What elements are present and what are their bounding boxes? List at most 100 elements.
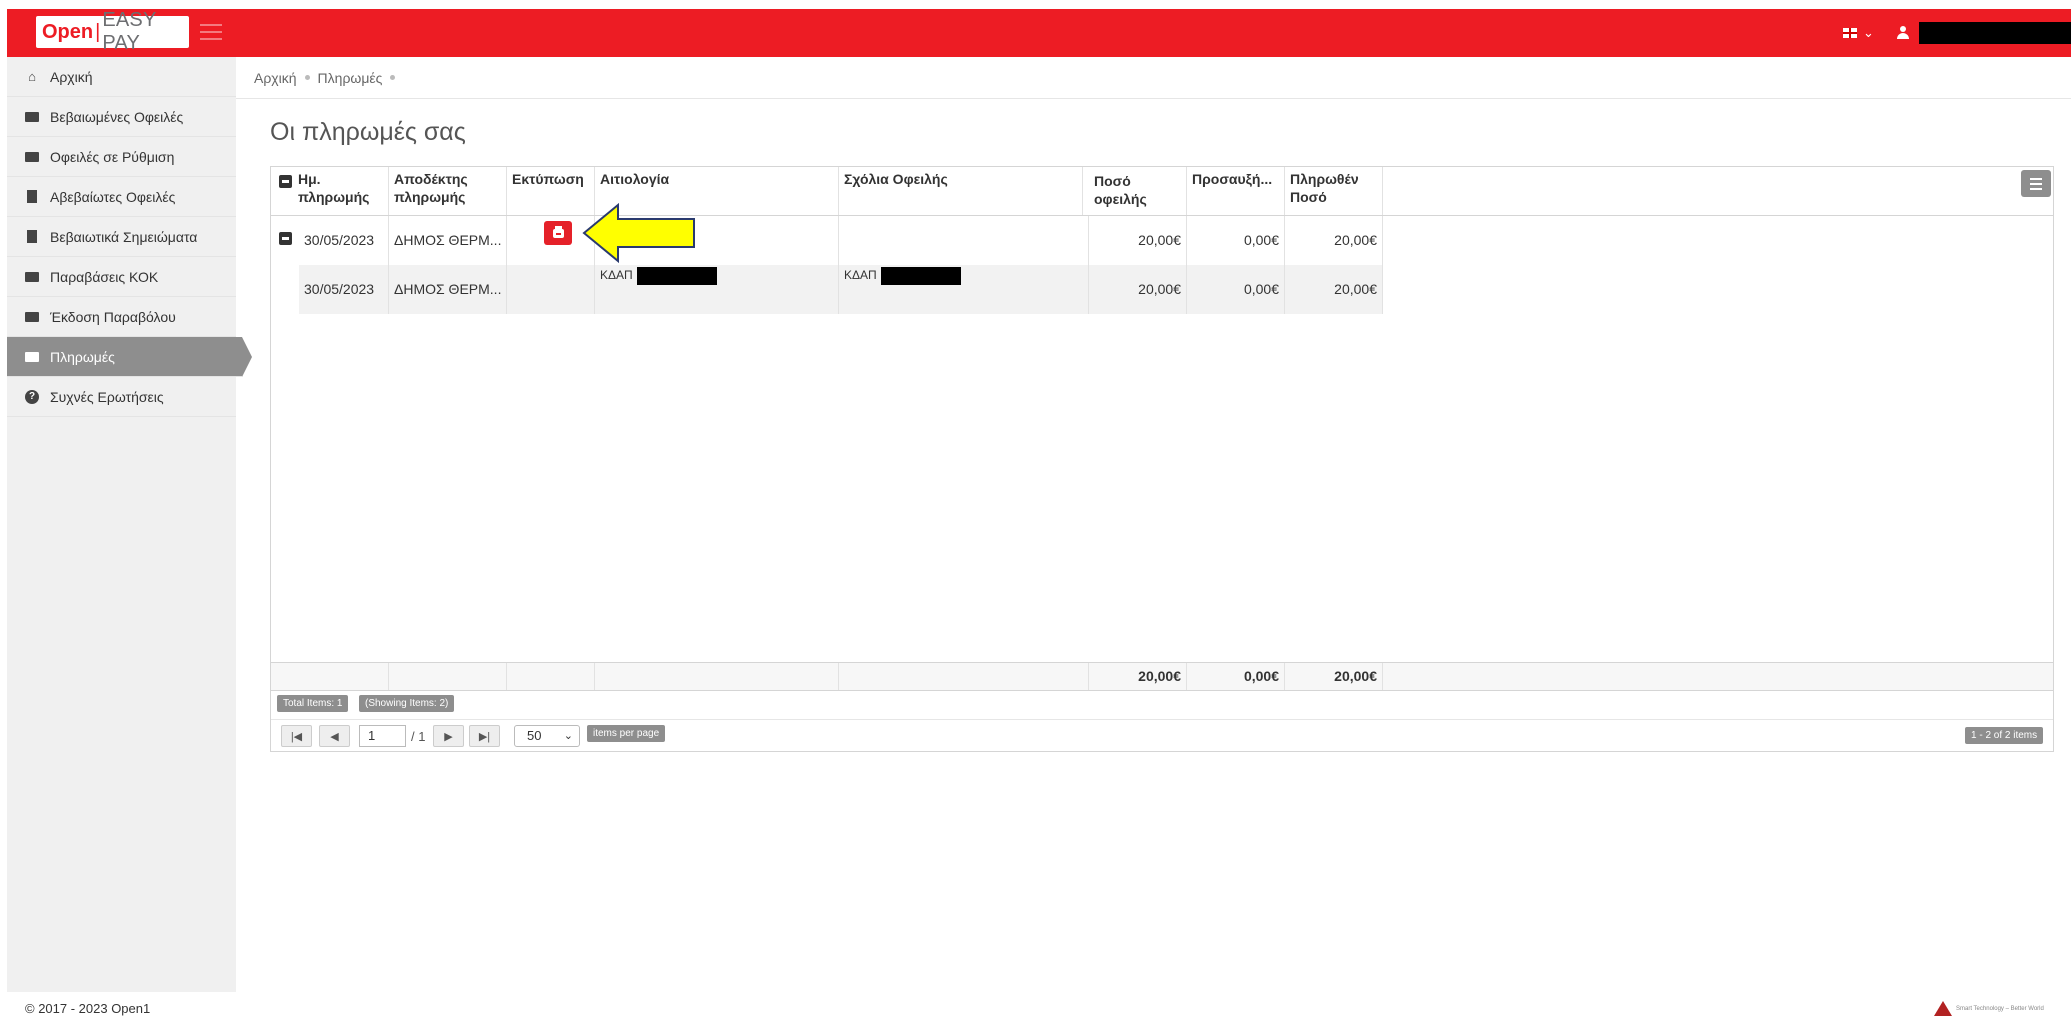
- yellow-arrow-annotation: [582, 203, 695, 263]
- handshake-icon: [24, 151, 40, 163]
- grid-info-bar: Total Items: 1 (Showing Items: 2): [271, 691, 2053, 720]
- logo-separator: |: [95, 20, 101, 43]
- first-page-button[interactable]: |◀: [281, 725, 312, 747]
- company-logo-icon: [1934, 1001, 1952, 1016]
- detail-indent-cell: [271, 265, 299, 314]
- column-header-surcharge[interactable]: Προσαυξή...: [1187, 167, 1285, 215]
- sidebar-item-label: Αβεβαίωτες Οφειλές: [50, 188, 176, 205]
- total-paid: 20,00€: [1285, 663, 1383, 690]
- column-header-recipient[interactable]: Αποδέκτης πληρωμής: [389, 167, 507, 215]
- next-page-icon: ▶: [444, 730, 453, 743]
- sidebar-item-certificates[interactable]: Βεβαιωτικά Σημειώματα: [7, 217, 236, 257]
- total-spacer: [595, 663, 839, 690]
- table-row[interactable]: 30/05/2023 ΔΗΜΟΣ ΘΕΡΜ... ΚΔΑΠ ΚΔΑΠ 20,00…: [271, 265, 1383, 314]
- app-page: Open|EASY PAY ⌄ ⌄ ⌂ Αρχική Βεβαιωμένες Ο…: [0, 0, 2071, 1018]
- breadcrumb: Αρχική Πληρωμές: [236, 57, 2071, 99]
- page-count: / 1: [411, 729, 426, 744]
- sidebar-item-label: Οφειλές σε Ρύθμιση: [50, 148, 175, 165]
- file-icon: [24, 230, 40, 243]
- page-number-input[interactable]: 1: [359, 725, 406, 747]
- cell-reason: ΚΔΑΠ: [595, 265, 839, 314]
- total-spacer: [507, 663, 595, 690]
- breadcrumb-home-link[interactable]: Αρχική: [254, 70, 297, 86]
- reason-redacted: [636, 266, 717, 285]
- total-surcharge: 0,00€: [1187, 663, 1285, 690]
- sidebar-item-certified-debts[interactable]: Βεβαιωμένες Οφειλές: [7, 97, 236, 137]
- language-selector[interactable]: ⌄: [1843, 25, 1874, 41]
- copyright-text: © 2017 - 2023 Open1: [25, 1001, 151, 1016]
- cell-surcharge: 0,00€: [1187, 216, 1285, 265]
- page-title: Οι πληρωμές σας: [270, 118, 466, 146]
- chevron-down-icon: ⌄: [1863, 25, 1874, 40]
- sidebar-item-traffic-violations[interactable]: Παραβάσεις ΚΟΚ: [7, 257, 236, 297]
- breadcrumb-separator: [304, 75, 310, 80]
- collapse-all-icon[interactable]: [279, 175, 292, 188]
- cell-paid: 20,00€: [1285, 265, 1383, 314]
- logo-easypay-text: EASY PAY: [102, 9, 157, 54]
- page-size-select[interactable]: 50 ⌄: [514, 725, 580, 747]
- sidebar-item-faq[interactable]: ? Συχνές Ερωτήσεις: [7, 377, 236, 417]
- sidebar-item-uncertified-debts[interactable]: Αβεβαίωτες Οφειλές: [7, 177, 236, 217]
- showing-items-badge: (Showing Items: 2): [359, 695, 455, 712]
- total-items-badge: Total Items: 1: [277, 695, 349, 712]
- next-page-button[interactable]: ▶: [433, 725, 464, 747]
- sidebar: ⌂ Αρχική Βεβαιωμένες Οφειλές Οφειλές σε …: [7, 57, 252, 992]
- page-size-value: 50: [527, 728, 542, 743]
- payments-grid: Ημ. πληρωμής Αποδέκτης πληρωμής Εκτύπωση…: [270, 166, 2054, 752]
- prev-page-button[interactable]: ◀: [319, 725, 350, 747]
- totals-row: 20,00€ 0,00€ 20,00€: [271, 662, 2053, 691]
- ticket-icon: [24, 271, 40, 283]
- total-amount-due: 20,00€: [1089, 663, 1187, 690]
- sidebar-item-label: Συχνές Ερωτήσεις: [50, 388, 164, 405]
- comments-text: ΚΔΑΠ: [844, 268, 877, 282]
- sidebar-item-label: Αρχική: [50, 68, 93, 85]
- sidebar-item-label: Πληρωμές: [50, 348, 115, 365]
- user-menu[interactable]: ⌄: [1897, 22, 2071, 44]
- table-row[interactable]: 30/05/2023 ΔΗΜΟΣ ΘΕΡΜ... 20,00€ 0,00€ 20…: [271, 216, 1383, 265]
- company-logo: Smart Technology – Better World: [1934, 1001, 2044, 1016]
- menu-toggle-icon[interactable]: [200, 24, 222, 40]
- column-header-amount-due[interactable]: Ποσό οφειλής: [1089, 167, 1187, 215]
- credit-card-icon: [24, 351, 40, 363]
- user-icon: [1897, 26, 1909, 40]
- sidebar-item-label: Έκδοση Παραβόλου: [50, 308, 176, 325]
- column-header-comments[interactable]: Σχόλια Οφειλής: [839, 167, 1083, 215]
- pager: |◀ ◀ 1 / 1 ▶ ▶| 50 ⌄ items per page 1 - …: [271, 720, 2053, 752]
- money-icon: [24, 111, 40, 123]
- top-bar: Open|EASY PAY ⌄ ⌄: [7, 9, 2071, 57]
- uk-flag-icon: [1843, 28, 1857, 38]
- column-header-paid[interactable]: Πληρωθέν Ποσό: [1285, 167, 1383, 215]
- print-button[interactable]: [544, 221, 572, 245]
- collapse-row-icon[interactable]: [279, 232, 292, 245]
- column-menu-button[interactable]: [2021, 170, 2051, 197]
- breadcrumb-current[interactable]: Πληρωμές: [318, 70, 383, 86]
- sidebar-item-settled-debts[interactable]: Οφειλές σε Ρύθμιση: [7, 137, 236, 177]
- cell-print: [507, 265, 595, 314]
- brand-tagline: Smart Technology – Better World: [1956, 1005, 2044, 1012]
- prev-page-icon: ◀: [330, 730, 339, 743]
- cell-comments: [839, 216, 1089, 265]
- cell-recipient: ΔΗΜΟΣ ΘΕΡΜ...: [389, 265, 507, 314]
- items-range-badge: 1 - 2 of 2 items: [1965, 727, 2044, 744]
- cell-date: 30/05/2023: [299, 216, 389, 265]
- document-icon: [24, 190, 40, 203]
- cell-comments: ΚΔΑΠ: [839, 265, 1089, 314]
- cell-surcharge: 0,00€: [1187, 265, 1285, 314]
- grid-header: Ημ. πληρωμής Αποδέκτης πληρωμής Εκτύπωση…: [271, 167, 2053, 216]
- printer-icon: [552, 225, 564, 238]
- sidebar-item-home[interactable]: ⌂ Αρχική: [7, 57, 236, 97]
- breadcrumb-separator: [390, 75, 396, 80]
- last-page-icon: ▶|: [478, 730, 491, 743]
- sidebar-item-fee-issue[interactable]: Έκδοση Παραβόλου: [7, 297, 236, 337]
- logo[interactable]: Open | EASY PAY: [36, 9, 189, 54]
- cell-recipient: ΔΗΜΟΣ ΘΕΡΜ...: [389, 216, 507, 265]
- first-page-icon: |◀: [290, 730, 303, 743]
- sidebar-item-payments[interactable]: Πληρωμές: [7, 337, 252, 377]
- sidebar-item-label: Παραβάσεις ΚΟΚ: [50, 268, 159, 285]
- last-page-button[interactable]: ▶|: [469, 725, 500, 747]
- comments-redacted: [880, 266, 961, 285]
- sidebar-item-label: Βεβαιωτικά Σημειώματα: [50, 228, 198, 245]
- user-name-redacted: [1919, 22, 2071, 44]
- column-header-date[interactable]: Ημ. πληρωμής: [293, 167, 389, 215]
- cell-date: 30/05/2023: [299, 265, 389, 314]
